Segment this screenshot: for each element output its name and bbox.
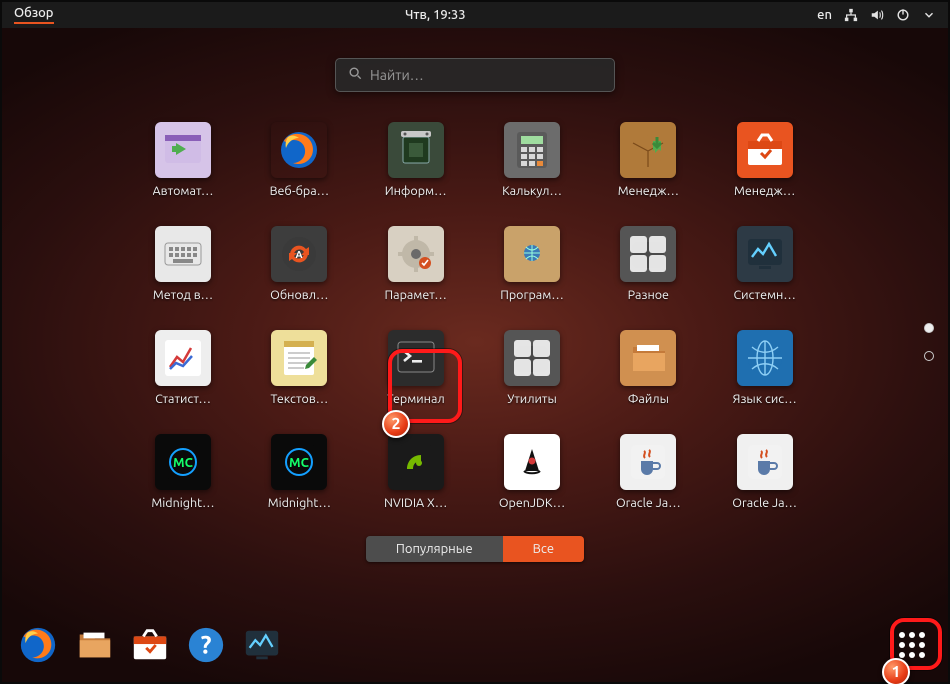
app-label: Автомат… xyxy=(153,184,214,198)
app-label: Веб-бра… xyxy=(270,184,330,198)
dock-item-monitor[interactable] xyxy=(240,623,284,667)
files-icon xyxy=(620,330,676,386)
app-label: Oracle Ja… xyxy=(616,496,681,510)
app-launcher[interactable]: Утилиты xyxy=(484,330,580,406)
app-launcher[interactable]: Информ… xyxy=(368,122,464,198)
view-toggle: Популярные Все xyxy=(366,536,584,562)
calculator-icon xyxy=(504,122,560,178)
search-input[interactable] xyxy=(370,67,602,83)
app-label: Калькул… xyxy=(502,184,562,198)
app-label: Файлы xyxy=(628,392,669,406)
chevron-down-icon xyxy=(922,8,936,22)
app-launcher[interactable]: OpenJDK… xyxy=(484,434,580,510)
keyboard-icon xyxy=(155,226,211,282)
package-down-icon xyxy=(620,122,676,178)
workspace-dot[interactable] xyxy=(924,351,934,361)
app-label: Парамет… xyxy=(385,288,447,302)
app-label: Утилиты xyxy=(507,392,557,406)
app-label: Системн… xyxy=(733,288,795,302)
java-cup-icon xyxy=(737,434,793,490)
app-launcher[interactable]: Midnight… xyxy=(135,434,231,510)
app-launcher[interactable]: Менедж… xyxy=(717,122,813,198)
chart-icon xyxy=(155,330,211,386)
app-launcher[interactable]: Текстов… xyxy=(251,330,347,406)
toggle-frequent-button[interactable]: Популярные xyxy=(366,536,503,562)
app-launcher[interactable]: Метод в… xyxy=(135,226,231,302)
settings-icon xyxy=(388,226,444,282)
app-label: Midnight… xyxy=(151,496,214,510)
system-tray[interactable]: en xyxy=(817,8,936,22)
app-launcher[interactable]: Системн… xyxy=(717,226,813,302)
java-duke-icon xyxy=(504,434,560,490)
dock xyxy=(2,618,948,672)
app-launcher[interactable]: NVIDIA X… xyxy=(368,434,464,510)
app-launcher[interactable]: Терминал xyxy=(368,330,464,406)
volume-icon[interactable] xyxy=(870,8,884,22)
workspace-dot-active[interactable] xyxy=(924,323,934,333)
globe-box-icon xyxy=(504,226,560,282)
mc-blue-icon xyxy=(155,434,211,490)
notepad-icon xyxy=(271,330,327,386)
app-launcher[interactable]: Парамет… xyxy=(368,226,464,302)
app-label: Текстов… xyxy=(270,392,328,406)
locale-icon xyxy=(737,330,793,386)
app-label: Менедж… xyxy=(618,184,679,198)
clock[interactable]: Чтв, 19:33 xyxy=(405,8,466,22)
app-label: OpenJDK… xyxy=(499,496,565,510)
app-label: Midnight… xyxy=(268,496,331,510)
activities-label: Обзор xyxy=(14,6,54,24)
top-bar: Обзор Чтв, 19:33 en xyxy=(2,2,948,28)
app-launcher[interactable]: Midnight… xyxy=(251,434,347,510)
app-label: Менедж… xyxy=(734,184,795,198)
app-launcher[interactable]: Файлы xyxy=(600,330,696,406)
mc-blue-icon xyxy=(271,434,327,490)
network-icon[interactable] xyxy=(844,8,858,22)
app-label: Oracle Ja… xyxy=(732,496,797,510)
nvidia-icon xyxy=(388,434,444,490)
app-label: Програм… xyxy=(500,288,564,302)
app-launcher[interactable]: Обновл… xyxy=(251,226,347,302)
chip-icon xyxy=(388,122,444,178)
store-icon xyxy=(737,122,793,178)
workspace-indicator[interactable] xyxy=(924,323,934,361)
search-box[interactable] xyxy=(335,58,615,92)
app-launcher[interactable]: Програм… xyxy=(484,226,580,302)
app-label: Разное xyxy=(628,288,669,302)
dock-item-help[interactable] xyxy=(184,623,228,667)
java-cup-icon xyxy=(620,434,676,490)
app-launcher[interactable]: Oracle Ja… xyxy=(600,434,696,510)
activities-button[interactable]: Обзор xyxy=(14,6,54,24)
application-grid: Автомат… Веб-бра… Информ… Калькул… Менедж… Ме… xyxy=(135,122,815,510)
dock-item-firefox[interactable] xyxy=(16,623,60,667)
app-launcher[interactable]: Менедж… xyxy=(600,122,696,198)
app-label: Язык сис… xyxy=(733,392,797,406)
keyboard-layout-indicator[interactable]: en xyxy=(817,8,832,22)
app-launcher[interactable]: Oracle Ja… xyxy=(717,434,813,510)
backup-icon xyxy=(155,122,211,178)
show-applications-button[interactable] xyxy=(890,623,934,667)
app-launcher[interactable]: Статист… xyxy=(135,330,231,406)
app-launcher[interactable]: Автомат… xyxy=(135,122,231,198)
app-label: Метод в… xyxy=(153,288,213,302)
app-launcher[interactable]: Разное xyxy=(600,226,696,302)
firefox-icon xyxy=(271,122,327,178)
terminal-icon xyxy=(388,330,444,386)
app-launcher[interactable]: Калькул… xyxy=(484,122,580,198)
app-label: Информ… xyxy=(385,184,447,198)
app-label: Обновл… xyxy=(270,288,328,302)
monitor-icon xyxy=(737,226,793,282)
search-icon xyxy=(348,66,362,84)
folder-icon xyxy=(504,330,560,386)
power-icon[interactable] xyxy=(896,8,910,22)
toggle-all-button[interactable]: Все xyxy=(503,536,584,562)
dock-item-files[interactable] xyxy=(72,623,116,667)
app-label: Статист… xyxy=(155,392,211,406)
app-launcher[interactable]: Веб-бра… xyxy=(251,122,347,198)
app-launcher[interactable]: Язык сис… xyxy=(717,330,813,406)
app-label: NVIDIA X… xyxy=(384,496,447,510)
app-label: Терминал xyxy=(387,392,445,406)
folder-icon xyxy=(620,226,676,282)
updater-icon xyxy=(271,226,327,282)
dock-item-software[interactable] xyxy=(128,623,172,667)
